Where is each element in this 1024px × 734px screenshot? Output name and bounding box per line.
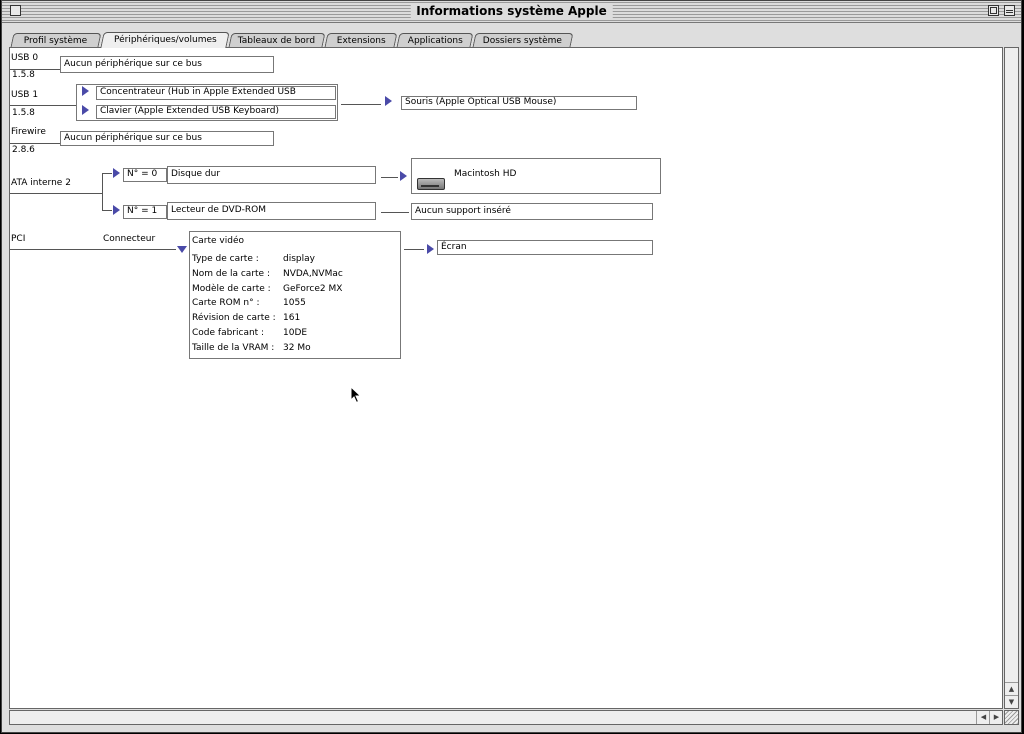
ata-dev1-label: Lecteur de DVD-ROM: [167, 202, 376, 220]
pci-label: PCI: [11, 234, 26, 244]
window: Informations système Apple Profil systèm…: [1, 0, 1022, 733]
disclosure-triangle-icon[interactable]: [113, 205, 120, 215]
macintosh-hd-volume[interactable]: Macintosh HD: [411, 158, 661, 194]
resize-grow-box[interactable]: [1004, 710, 1019, 725]
horizontal-scrollbar[interactable]: ◀ ▶: [9, 710, 1003, 725]
tab-peripheriques-volumes[interactable]: Périphériques/volumes: [100, 32, 230, 48]
disclosure-triangle-icon[interactable]: [82, 86, 89, 96]
volume-name: Macintosh HD: [454, 169, 517, 179]
firewire-device: Aucun périphérique sur ce bus: [60, 131, 274, 146]
vertical-scrollbar[interactable]: ▲ ▼: [1004, 47, 1019, 709]
connector-line: [381, 177, 398, 178]
firewire-label: Firewire: [11, 127, 46, 137]
connector-line: [10, 193, 102, 194]
video-card-details: Carte vidéo Type de carte : display Nom d…: [189, 231, 401, 359]
connector-line: [341, 104, 381, 105]
hard-disk-icon: [417, 178, 445, 190]
card-rom-value: 1055: [283, 298, 306, 308]
connector-line: [102, 173, 103, 210]
usb0-device: Aucun périphérique sur ce bus: [60, 56, 274, 73]
card-revision-key: Révision de carte :: [192, 313, 276, 323]
usb1-hub: Concentrateur (Hub in Apple Extended USB: [96, 86, 336, 100]
vendor-code-value: 10DE: [283, 328, 308, 338]
usb0-label: USB 0: [11, 53, 39, 63]
connector-line: [404, 249, 424, 250]
vendor-code-key: Code fabricant :: [192, 328, 265, 338]
tab-tableaux-de-bord[interactable]: Tableaux de bord: [228, 33, 326, 47]
connector-line: [102, 173, 112, 174]
disclosure-triangle-icon[interactable]: [113, 168, 120, 178]
disclosure-triangle-icon[interactable]: [427, 244, 434, 254]
card-name-value: NVDA,NVMac: [283, 269, 343, 279]
usb1-mouse: Souris (Apple Optical USB Mouse): [401, 96, 637, 110]
tab-dossiers-systeme[interactable]: Dossiers système: [472, 33, 574, 47]
vram-size-key: Taille de la VRAM :: [192, 343, 275, 353]
connector-line: [381, 212, 409, 213]
video-card-title: Carte vidéo: [192, 236, 245, 246]
scroll-down-arrow-icon[interactable]: ▼: [1005, 695, 1018, 709]
scroll-right-arrow-icon[interactable]: ▶: [989, 711, 1003, 724]
devices-view: USB 0 1.5.8 Aucun périphérique sur ce bu…: [9, 47, 1003, 709]
scroll-up-arrow-icon[interactable]: ▲: [1005, 682, 1018, 696]
display-device: Écran: [437, 240, 653, 255]
tab-extensions[interactable]: Extensions: [324, 33, 398, 47]
card-type-key: Type de carte :: [192, 254, 259, 264]
card-type-value: display: [283, 254, 315, 264]
usb1-keyboard: Clavier (Apple Extended USB Keyboard): [96, 105, 336, 119]
ata-dev0-label: Disque dur: [167, 166, 376, 184]
firewire-version: 2.8.6: [12, 145, 35, 155]
card-revision-value: 161: [283, 313, 301, 323]
ata-dev1-id: N° = 1: [123, 205, 167, 219]
disclosure-triangle-icon[interactable]: [82, 105, 89, 115]
connector-line: [10, 249, 176, 250]
card-model-value: GeForce2 MX: [283, 284, 343, 294]
disclosure-triangle-icon[interactable]: [400, 171, 407, 181]
close-box[interactable]: [10, 5, 21, 16]
card-rom-key: Carte ROM n° :: [192, 298, 260, 308]
usb1-label: USB 1: [11, 90, 39, 100]
connector-line: [10, 105, 76, 106]
pci-connector-label: Connecteur: [103, 234, 156, 244]
disclosure-triangle-open-icon[interactable]: [177, 246, 187, 253]
usb0-version: 1.5.8: [12, 70, 35, 80]
usb1-version: 1.5.8: [12, 108, 35, 118]
card-name-key: Nom de la carte :: [192, 269, 270, 279]
card-model-key: Modèle de carte :: [192, 284, 271, 294]
dvd-media-status: Aucun support inséré: [411, 203, 653, 220]
title-bar[interactable]: Informations système Apple: [2, 1, 1021, 23]
zoom-box[interactable]: [988, 5, 999, 16]
mouse-pointer-icon: [350, 386, 362, 404]
tab-bar: Profil système Périphériques/volumes Tab…: [2, 23, 1021, 48]
window-title: Informations système Apple: [410, 3, 613, 20]
collapse-box[interactable]: [1004, 5, 1015, 16]
ata-dev0-id: N° = 0: [123, 168, 167, 182]
disclosure-triangle-icon[interactable]: [385, 96, 392, 106]
connector-line: [102, 210, 112, 211]
scroll-left-arrow-icon[interactable]: ◀: [976, 711, 990, 724]
tab-profil-systeme[interactable]: Profil système: [10, 33, 102, 47]
vram-size-value: 32 Mo: [283, 343, 311, 353]
connector-line: [10, 143, 60, 144]
ata-label: ATA interne 2: [11, 178, 71, 188]
tab-applications[interactable]: Applications: [396, 33, 474, 47]
